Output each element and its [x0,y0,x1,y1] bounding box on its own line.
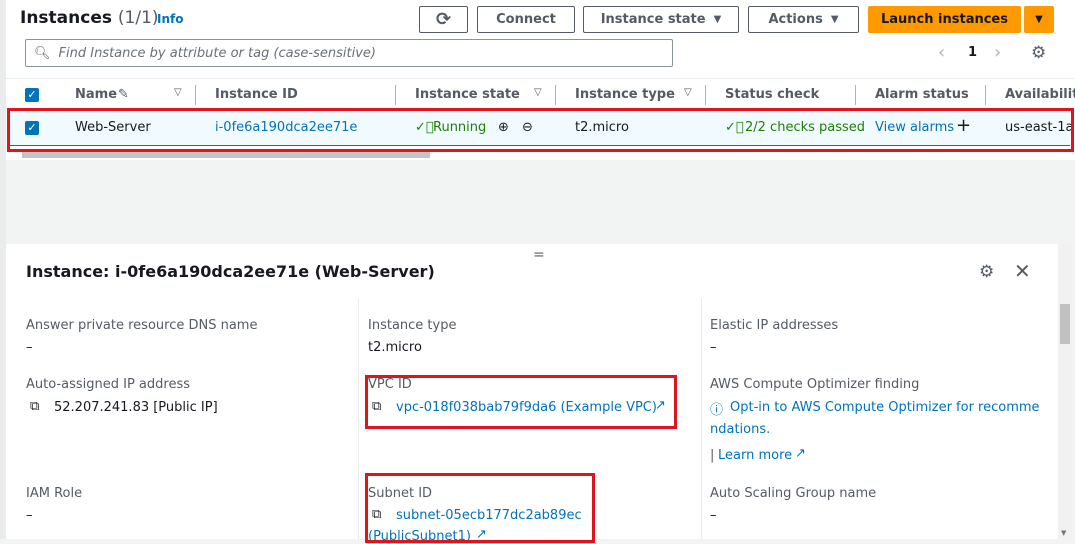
col-instance-type[interactable]: Instance type [575,87,675,102]
field-label: Auto Scaling Group name [710,486,877,501]
public-ip: 52.207.241.83 [Public IP] [54,400,218,415]
caret-down-icon: ▼ [830,14,839,25]
settings-gear-icon[interactable]: ⚙ [979,262,994,282]
vertical-scrollbar[interactable]: ▼ [1058,244,1072,539]
field-value: – [26,508,33,523]
settings-gear-icon[interactable]: ⚙ [1031,43,1046,63]
field-label: AWS Compute Optimizer finding [710,377,920,392]
launch-instances-button[interactable]: Launch instances [868,6,1021,33]
info-link[interactable]: Info [157,12,183,26]
field-value: – [710,340,717,355]
caret-down-icon: ▼ [713,14,722,25]
next-page-icon[interactable]: › [994,42,1001,63]
actions-dropdown[interactable]: Actions ▼ [748,6,859,33]
field-label: Auto-assigned IP address [26,377,190,392]
info-circle-icon: ⓘ [710,403,724,418]
copy-icon[interactable]: ⧉ [30,399,39,414]
field-label: Elastic IP addresses [710,318,839,333]
empty-area [6,160,1075,242]
external-link-icon[interactable]: ↗ [795,446,806,461]
caret-down-icon: ▼ [1035,14,1043,25]
close-icon[interactable]: ✕ [1014,259,1031,283]
field-value: t2.micro [368,340,422,355]
search-icon: 🔍︎ [34,45,51,61]
refresh-icon: ⟳ [435,9,452,30]
refresh-button[interactable]: ⟳ [419,6,468,33]
filter-icon[interactable]: ▽ [534,87,542,98]
resize-handle[interactable]: = [533,247,545,263]
col-alarm-status[interactable]: Alarm status [875,87,969,102]
table-header: ✓ Name ✎ ▽ Instance ID Instance state ▽ … [6,78,1075,108]
col-instance-id[interactable]: Instance ID [215,87,298,102]
horizontal-scrollbar[interactable] [22,151,430,158]
subnet-highlight-box [365,473,595,543]
compute-optimizer-link-cont[interactable]: ndations. [710,422,770,437]
instance-state-dropdown[interactable]: Instance state ▼ [583,6,739,33]
col-name[interactable]: Name [75,87,117,102]
vpc-highlight-box [365,375,677,429]
compute-optimizer-link[interactable]: Opt-in to AWS Compute Optimizer for reco… [730,400,1040,415]
field-value: – [26,340,33,355]
field-label: IAM Role [26,486,83,501]
detail-title: Instance: i-0fe6a190dca2ee71e (Web-Serve… [26,262,435,281]
connect-button[interactable]: Connect [477,6,575,33]
page-title: Instances (1/1) [20,8,159,28]
col-instance-state[interactable]: Instance state [415,87,520,102]
col-availability[interactable]: Availability [1005,87,1075,102]
learn-more-link[interactable]: Learn more [718,448,792,463]
prev-page-icon[interactable]: ‹ [938,42,945,63]
filter-icon[interactable]: ▽ [174,87,182,98]
select-all-checkbox[interactable]: ✓ [25,88,39,102]
highlight-box [7,108,1074,152]
field-label: Instance type [368,318,457,333]
field-label: Answer private resource DNS name [26,318,258,333]
field-value: – [710,508,717,523]
col-status-check[interactable]: Status check [725,87,819,102]
edit-pencil-icon: ✎ [118,87,129,102]
page-number[interactable]: 1 [968,45,977,60]
search-input[interactable]: 🔍︎ Find Instance by attribute or tag (cas… [25,39,673,67]
launch-dropdown-button[interactable]: ▼ [1024,6,1054,33]
filter-icon[interactable]: ▽ [684,87,692,98]
